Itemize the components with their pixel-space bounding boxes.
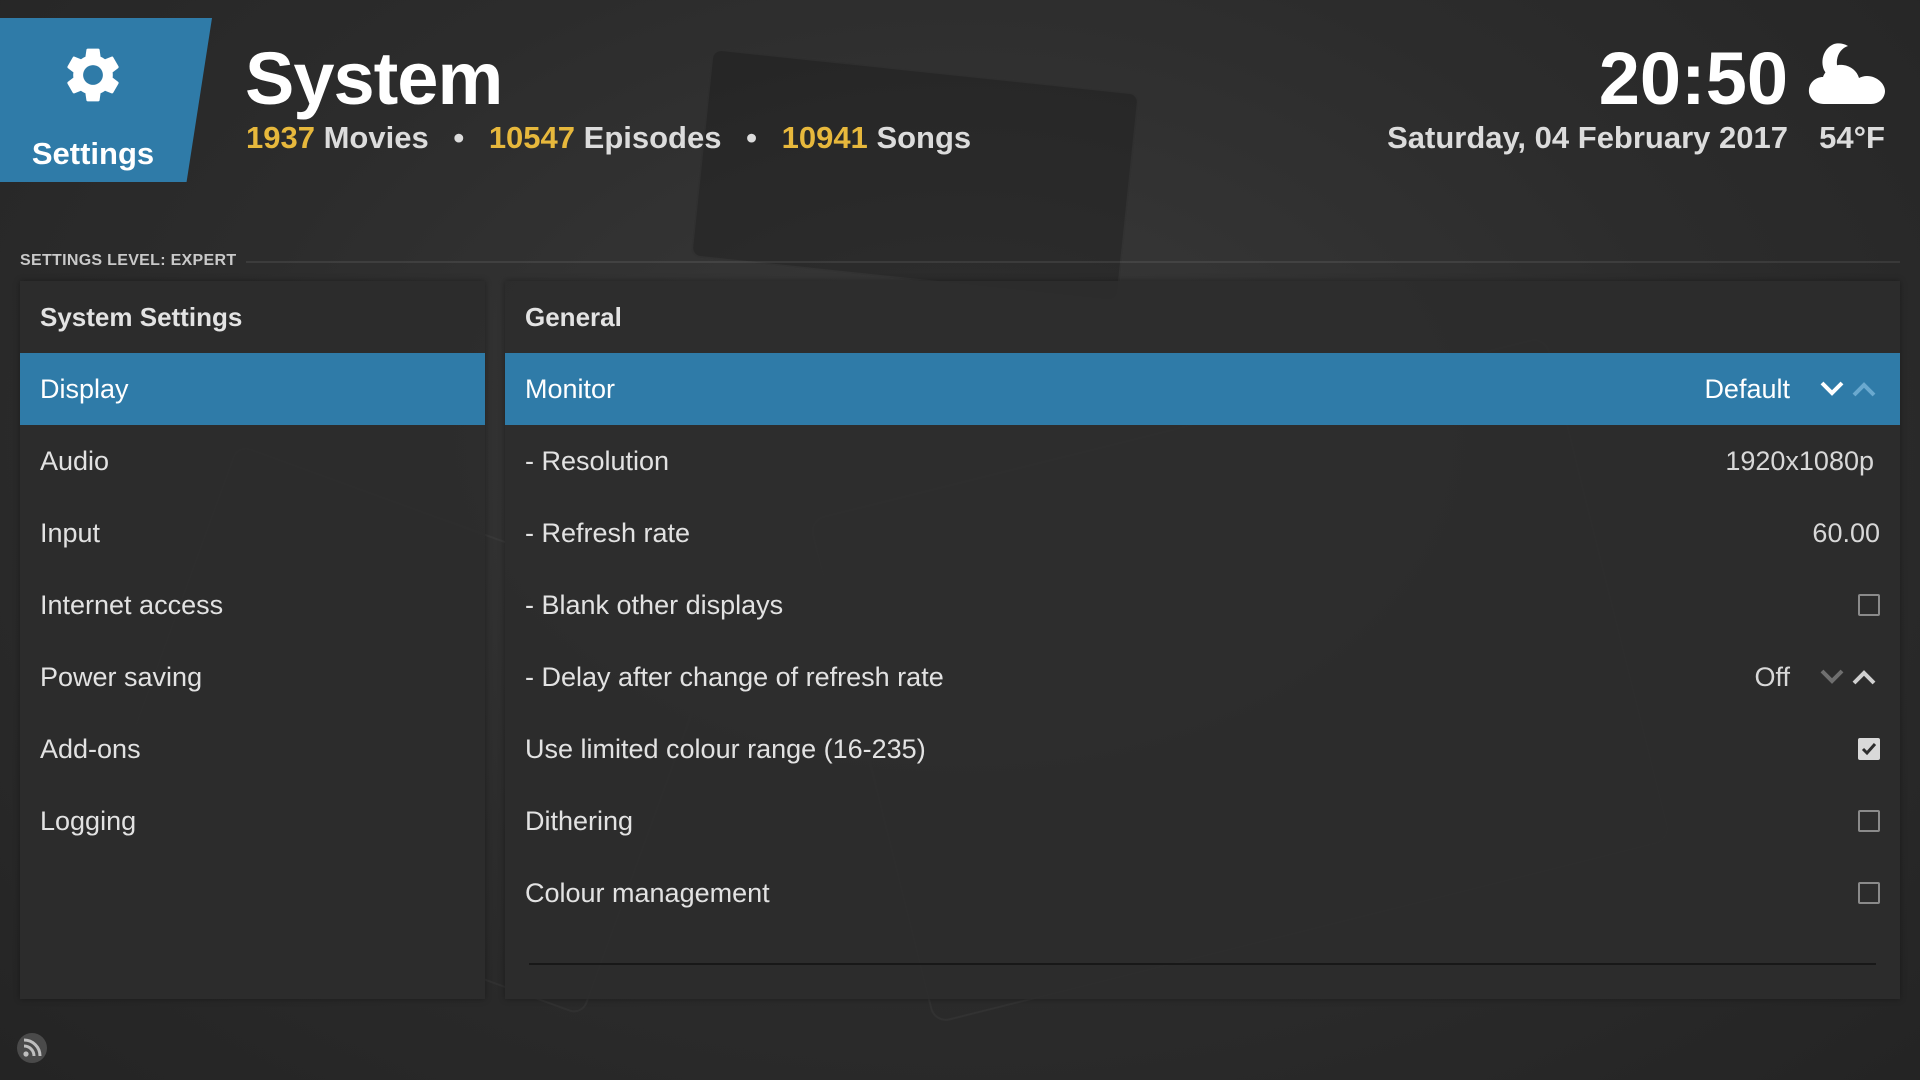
- checkmark-icon: [1861, 743, 1877, 756]
- episodes-count: 10547: [488, 120, 576, 155]
- settings-screen: Settings System 1937 Movies • 10547 Epis…: [0, 0, 1920, 1080]
- setting-value: Off: [1754, 662, 1790, 692]
- setting-dithering[interactable]: Dithering: [505, 785, 1900, 857]
- chevron-down-icon: [1820, 669, 1844, 684]
- movies-label: Movies: [323, 120, 429, 155]
- gear-icon: [67, 48, 119, 102]
- checkbox[interactable]: [1858, 882, 1880, 904]
- setting-resolution[interactable]: - Resolution 1920x1080p: [505, 425, 1900, 497]
- setting-value: 60.00: [1812, 518, 1880, 548]
- setting-refresh-rate[interactable]: - Refresh rate 60.00: [505, 497, 1900, 569]
- setting-blank-other-displays[interactable]: - Blank other displays: [505, 569, 1900, 641]
- sidebar-item-internet-access[interactable]: Internet access: [20, 569, 485, 641]
- settings-level-label[interactable]: SETTINGS LEVEL: EXPERT: [20, 252, 236, 270]
- divider: [246, 261, 1900, 263]
- sidebar-item-label: Power saving: [40, 662, 203, 692]
- sidebar-item-label: Add-ons: [40, 734, 141, 764]
- rss-icon[interactable]: [16, 1032, 48, 1064]
- settings-home-tile[interactable]: Settings: [0, 18, 212, 182]
- category-panel-heading: System Settings: [40, 302, 243, 332]
- sidebar-item-power-saving[interactable]: Power saving: [20, 641, 485, 713]
- sidebar-item-add-ons[interactable]: Add-ons: [20, 713, 485, 785]
- setting-label: Colour management: [525, 878, 770, 908]
- setting-delay-after-refresh-change[interactable]: - Delay after change of refresh rate Off: [505, 641, 1900, 713]
- setting-label: Monitor: [525, 374, 616, 404]
- episodes-label: Episodes: [583, 120, 722, 155]
- sidebar-item-label: Audio: [40, 446, 110, 476]
- sidebar-item-audio[interactable]: Audio: [20, 425, 485, 497]
- setting-label: Use limited colour range (16-235): [525, 734, 926, 764]
- stats-separator: •: [746, 120, 757, 155]
- setting-label: - Delay after change of refresh rate: [525, 662, 944, 692]
- sidebar-item-logging[interactable]: Logging: [20, 785, 485, 857]
- sidebar-item-input[interactable]: Input: [20, 497, 485, 569]
- setting-label: - Blank other displays: [525, 590, 784, 620]
- category-panel: System Settings Display Audio Input Inte…: [20, 281, 485, 999]
- library-stats: 1937 Movies • 10547 Episodes • 10941 Son…: [246, 120, 971, 156]
- setting-label: Dithering: [525, 806, 634, 836]
- checkbox-checked[interactable]: [1858, 738, 1880, 760]
- sidebar-item-display[interactable]: Display: [20, 353, 485, 425]
- checkbox[interactable]: [1858, 594, 1880, 616]
- clock: 20:50: [1598, 37, 1788, 120]
- background-shape: [690, 48, 1140, 302]
- date-display: Saturday, 04 February 2017: [1387, 120, 1788, 155]
- setting-label: - Refresh rate: [525, 518, 691, 548]
- songs-label: Songs: [876, 120, 972, 155]
- songs-count: 10941: [781, 120, 868, 155]
- chevron-down-icon: [1820, 381, 1844, 396]
- spinner-arrows[interactable]: [1816, 665, 1880, 689]
- setting-limited-colour-range[interactable]: Use limited colour range (16-235): [505, 713, 1900, 785]
- partly-cloudy-night-icon: [1808, 43, 1885, 104]
- setting-monitor[interactable]: Monitor Default: [505, 353, 1900, 425]
- checkbox[interactable]: [1858, 810, 1880, 832]
- settings-tile-label: Settings: [31, 136, 155, 171]
- sidebar-item-label: Input: [40, 518, 101, 548]
- setting-value: 1920x1080p: [1725, 446, 1874, 476]
- settings-panel: General Monitor Default - Resolution 192…: [505, 281, 1900, 999]
- temperature-display: 54°F: [1819, 120, 1885, 155]
- setting-colour-management[interactable]: Colour management: [505, 857, 1900, 929]
- stats-separator: •: [453, 120, 465, 155]
- setting-value: Default: [1704, 374, 1790, 404]
- settings-group-heading: General: [525, 302, 622, 332]
- chevron-up-icon: [1852, 670, 1876, 685]
- divider: [529, 963, 1876, 965]
- sidebar-item-label: Logging: [40, 806, 137, 836]
- page-title: System: [245, 37, 503, 120]
- spinner-arrows[interactable]: [1816, 377, 1880, 401]
- setting-label: - Resolution: [525, 446, 670, 476]
- chevron-up-icon: [1852, 382, 1876, 397]
- sidebar-item-label: Internet access: [40, 590, 224, 620]
- movies-count: 1937: [246, 120, 315, 155]
- sidebar-item-label: Display: [40, 374, 129, 404]
